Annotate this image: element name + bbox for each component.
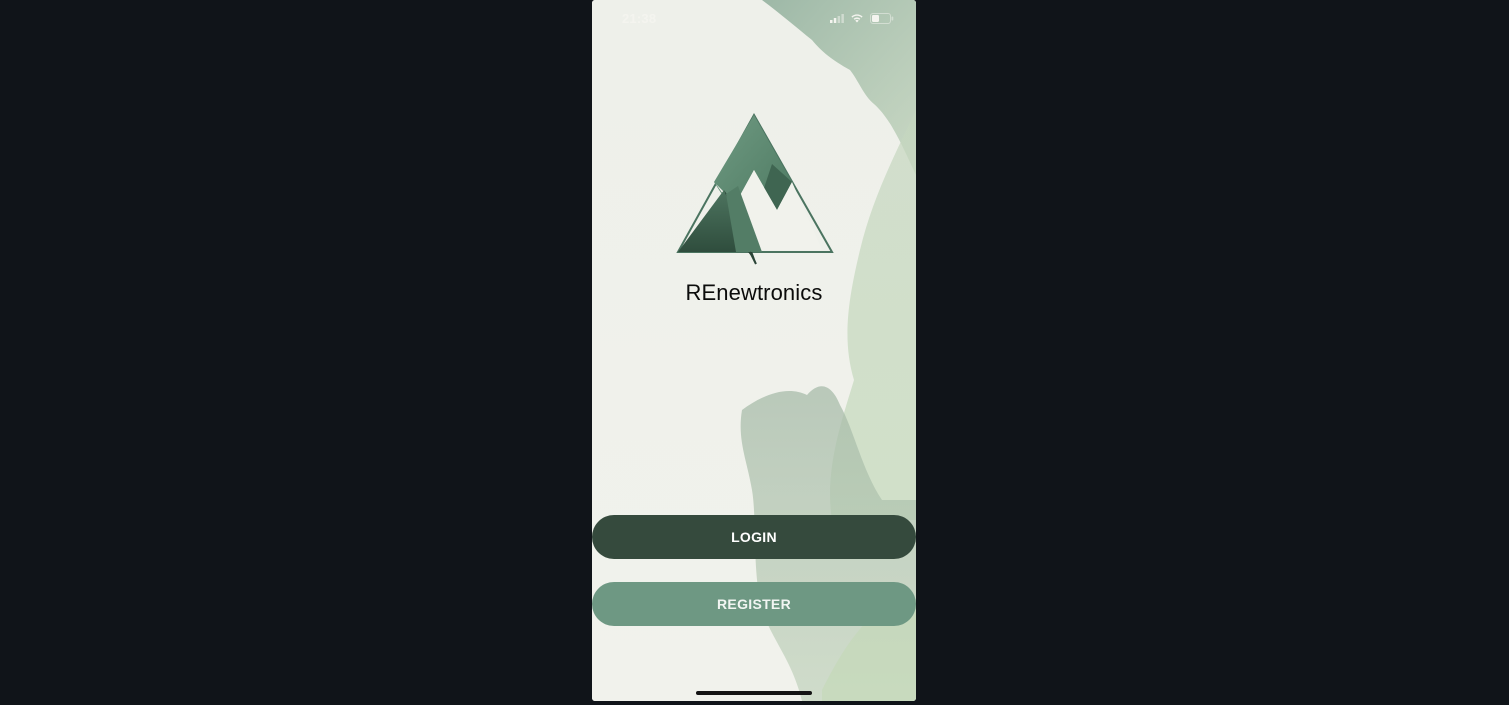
- home-indicator[interactable]: [696, 691, 812, 695]
- brand-name: REnewtronics: [685, 280, 823, 305]
- desktop-backdrop: 21:38 REnewtronics LOGIN REGISTER: [0, 0, 1509, 705]
- register-button[interactable]: REGISTER: [592, 582, 916, 626]
- login-button[interactable]: LOGIN: [592, 515, 916, 559]
- phone-screen: 21:38 REnewtronics LOGIN REGISTER: [592, 0, 916, 701]
- status-icons: [830, 11, 894, 25]
- battery-icon: [870, 12, 894, 24]
- signal-icon: [830, 14, 844, 23]
- status-time: 21:38: [622, 11, 657, 26]
- mountain-logo-icon: [676, 112, 834, 265]
- status-bar: 21:38: [592, 0, 916, 36]
- wifi-icon: [851, 14, 863, 23]
